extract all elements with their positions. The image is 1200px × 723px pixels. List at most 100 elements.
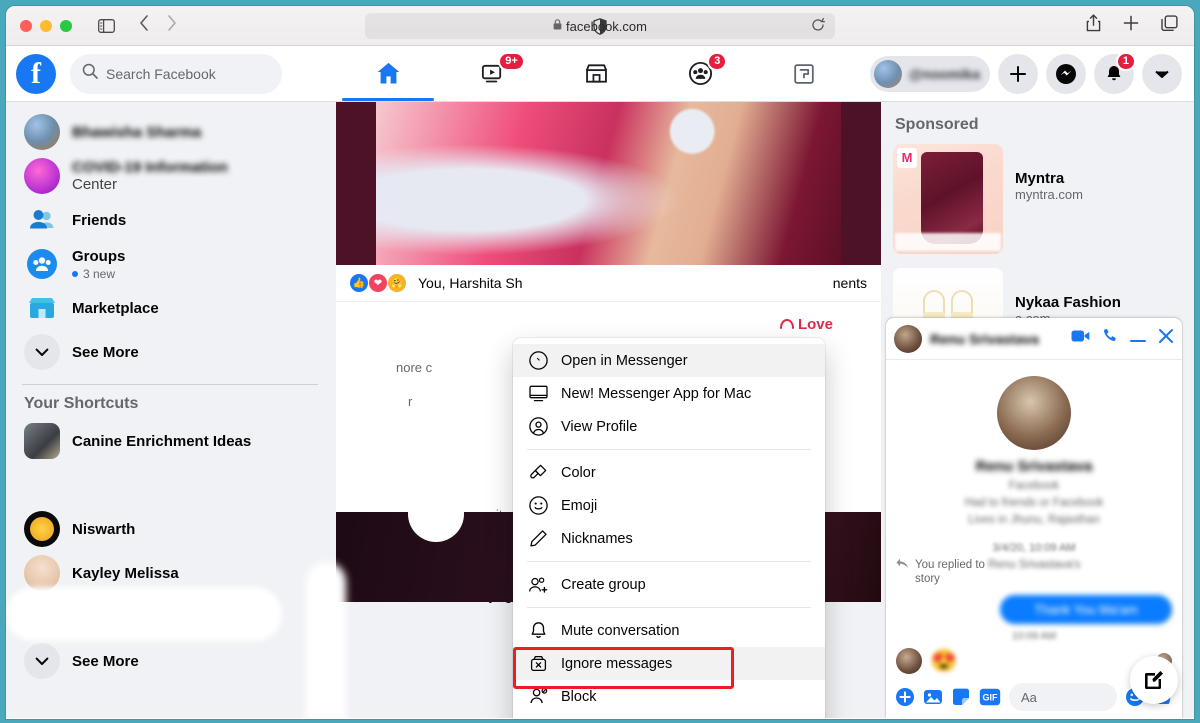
ad-url: myntra.com xyxy=(1015,187,1083,202)
chat-profile-sub3: Lives in Jhunu, Rajasthan xyxy=(896,514,1172,526)
facebook-logo[interactable]: f xyxy=(16,54,56,94)
nav-home[interactable] xyxy=(336,46,440,101)
sponsored-ad-myntra[interactable]: M Myntra myntra.com xyxy=(893,144,1182,254)
messenger-button[interactable] xyxy=(1046,54,1086,94)
chat-reply-context: You replied to Renu Srivastava's story xyxy=(896,558,1172,587)
new-tab-button[interactable] xyxy=(1123,15,1139,36)
post-text-fragment-more: nore c xyxy=(396,360,432,375)
address-bar[interactable]: facebook.com xyxy=(365,13,835,39)
shortcut-thumb-icon xyxy=(24,423,60,459)
menu-item-block[interactable]: Block xyxy=(513,680,825,713)
menu-item-mute-conversation[interactable]: Mute conversation xyxy=(513,614,825,647)
message-input[interactable]: Aa xyxy=(1009,683,1117,711)
minimize-window-button[interactable] xyxy=(40,20,52,32)
sidebar-item-profile[interactable]: Bhawisha Sharma xyxy=(16,110,328,154)
chat-contact-name: Renu Srivastava xyxy=(930,331,1063,347)
gif-icon[interactable]: GIF xyxy=(979,688,1001,706)
add-people-icon xyxy=(527,576,549,594)
watch-badge: 9+ xyxy=(498,52,525,71)
close-window-button[interactable] xyxy=(20,20,32,32)
menu-item-label: Ignore messages xyxy=(561,656,672,672)
menu-item-label: View Profile xyxy=(561,419,637,435)
post-text-fragment-r: r xyxy=(408,394,412,409)
phone-call-icon[interactable] xyxy=(1102,328,1118,349)
menu-item-view-profile[interactable]: View Profile xyxy=(513,410,825,443)
sidebar-item-groups[interactable]: Groups 3 new xyxy=(16,242,328,286)
bell-icon xyxy=(527,621,549,640)
love-reaction-label: Love xyxy=(780,316,833,333)
search-placeholder: Search Facebook xyxy=(106,66,216,82)
reply-name: Renu Srivastava's xyxy=(988,559,1080,571)
window-controls[interactable] xyxy=(20,20,72,32)
sidebar-item-marketplace[interactable]: Marketplace xyxy=(16,286,328,330)
shortcut-thumb-icon xyxy=(24,511,60,547)
menu-item-emoji[interactable]: Emoji xyxy=(513,489,825,522)
photo-icon[interactable] xyxy=(923,687,943,707)
menu-item-label: Block xyxy=(561,689,596,705)
post-reactions-row[interactable]: 👍 ❤ 🤗 You, Harshita Sh nents xyxy=(336,265,881,302)
shortcut-item-canine[interactable]: Canine Enrichment Ideas xyxy=(16,419,328,463)
menu-item-create-group[interactable]: Create group xyxy=(513,568,825,601)
sidebar-item-covid[interactable]: COVID-19 Information Center xyxy=(16,154,328,198)
back-button[interactable] xyxy=(139,15,149,36)
sticker-icon[interactable] xyxy=(951,687,971,707)
menu-item-label: Mute conversation xyxy=(561,623,679,639)
nav-marketplace[interactable] xyxy=(544,46,648,101)
shortcut-see-more[interactable]: See More xyxy=(16,639,328,683)
profile-avatar-icon xyxy=(24,114,60,150)
reply-arrow-icon xyxy=(896,558,909,572)
create-button[interactable] xyxy=(998,54,1038,94)
ad-title: Myntra xyxy=(1015,170,1083,187)
menu-item-nicknames[interactable]: Nicknames xyxy=(513,522,825,555)
account-menu-button[interactable] xyxy=(1142,54,1182,94)
nav-groups[interactable]: 3 xyxy=(648,46,752,101)
covid-icon xyxy=(24,158,60,194)
add-icon[interactable] xyxy=(895,687,915,707)
shortcut-item-niswarth[interactable]: Niswarth xyxy=(16,507,328,551)
chat-body: Renu Srivastava Facebook Had to friends … xyxy=(886,360,1182,644)
search-icon xyxy=(82,63,98,84)
sidebar-item-friends[interactable]: Friends xyxy=(16,198,328,242)
conversation-context-menu: Open in Messenger New! Messenger App for… xyxy=(513,338,825,718)
url-text: facebook.com xyxy=(566,19,647,34)
reload-button[interactable] xyxy=(811,18,825,37)
close-icon[interactable] xyxy=(1158,328,1174,349)
compose-message-button[interactable] xyxy=(1130,656,1178,704)
menu-item-ignore-messages[interactable]: Ignore messages xyxy=(513,647,825,680)
groups-new-count: 3 new xyxy=(72,267,125,281)
maximize-window-button[interactable] xyxy=(60,20,72,32)
menu-divider-2 xyxy=(527,561,811,562)
chat-message-bubble[interactable]: Thank You Ma'am xyxy=(1000,595,1172,624)
avatar xyxy=(896,648,922,674)
sponsored-heading: Sponsored xyxy=(895,116,1182,134)
menu-item-label: Nicknames xyxy=(561,531,633,547)
forward-button[interactable] xyxy=(167,15,177,36)
menu-item-open-in-messenger[interactable]: Open in Messenger xyxy=(513,344,825,377)
comments-text: nents xyxy=(833,275,867,291)
share-icon[interactable] xyxy=(1086,14,1101,37)
lock-icon xyxy=(553,17,562,35)
search-input[interactable]: Search Facebook xyxy=(70,54,282,94)
desktop-icon xyxy=(527,385,549,402)
tab-overview-icon[interactable] xyxy=(1161,15,1178,37)
menu-item-color[interactable]: Color xyxy=(513,456,825,489)
notifications-button[interactable]: 1 xyxy=(1094,54,1134,94)
messenger-icon xyxy=(527,351,549,370)
like-icon: 👍 xyxy=(350,274,368,292)
sidebar-item-label: Groups xyxy=(72,248,125,265)
minimize-icon[interactable] xyxy=(1130,330,1146,348)
reply-suffix: story xyxy=(915,573,940,585)
menu-item-messenger-app-mac[interactable]: New! Messenger App for Mac xyxy=(513,377,825,410)
myntra-ad-image: M xyxy=(893,144,1003,254)
nav-gaming[interactable] xyxy=(752,46,856,101)
profile-chip[interactable]: @noomika xyxy=(870,56,990,92)
post-photo[interactable] xyxy=(336,102,881,265)
shortcut-thumb-icon xyxy=(24,467,60,503)
sidebar-toggle-icon[interactable] xyxy=(98,19,115,33)
pencil-icon xyxy=(527,529,549,548)
chat-header[interactable]: Renu Srivastava xyxy=(886,318,1182,360)
browser-titlebar: facebook.com xyxy=(6,6,1194,46)
nav-watch[interactable]: 9+ xyxy=(440,46,544,101)
video-call-icon[interactable] xyxy=(1071,329,1090,348)
sidebar-item-see-more[interactable]: See More xyxy=(16,330,328,374)
